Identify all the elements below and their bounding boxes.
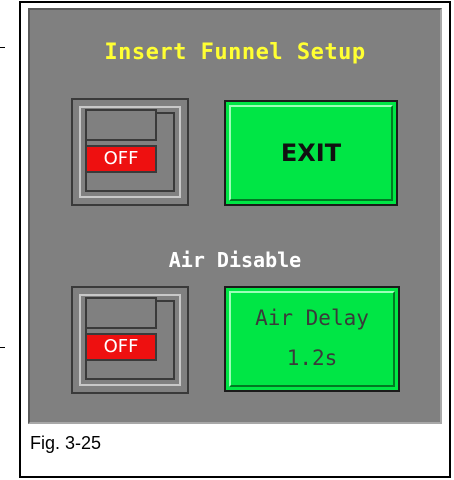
air-disable-label: Air Disable: [168, 248, 302, 272]
exit-button-label: EXIT: [280, 139, 342, 167]
figure-frame: Insert Funnel Setup OFF EXIT Air Disable…: [19, 1, 451, 478]
screen-title: Insert Funnel Setup: [104, 40, 366, 65]
margin-mark: [0, 47, 5, 48]
figure-caption: Fig. 3-25: [30, 433, 102, 453]
air-delay-value: 1.2s: [286, 346, 338, 370]
margin-mark: [0, 347, 5, 348]
funnel-toggle-switch[interactable]: OFF: [71, 98, 189, 206]
air-delay-button[interactable]: Air Delay 1.2s: [224, 286, 400, 392]
hmi-screen: Insert Funnel Setup OFF EXIT Air Disable…: [28, 8, 442, 424]
toggle-off-indicator: OFF: [85, 333, 157, 361]
toggle-off-indicator: OFF: [85, 145, 157, 173]
toggle-on-indicator: [85, 297, 157, 329]
air-disable-toggle-switch[interactable]: OFF: [71, 286, 189, 394]
exit-button[interactable]: EXIT: [224, 100, 398, 206]
air-delay-label: Air Delay: [255, 306, 369, 330]
toggle-on-indicator: [85, 109, 157, 141]
